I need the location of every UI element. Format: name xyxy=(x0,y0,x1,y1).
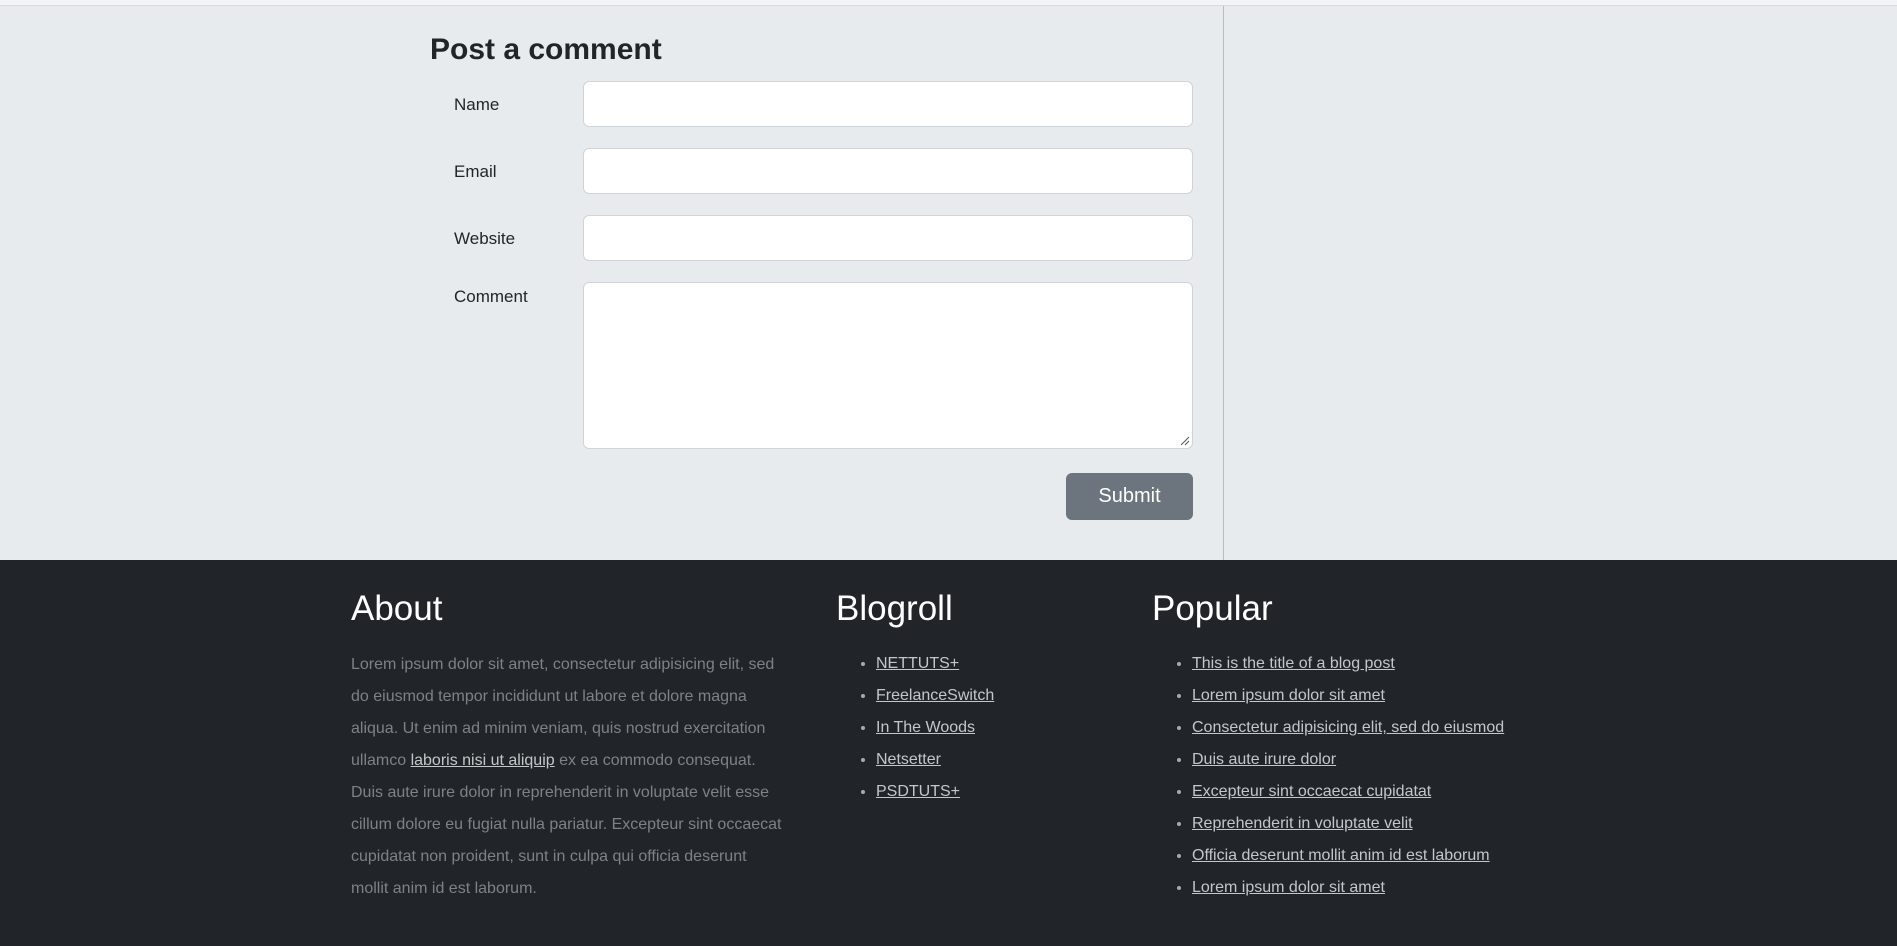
popular-link[interactable]: Lorem ipsum dolor sit amet xyxy=(1192,687,1385,704)
list-item: In The Woods xyxy=(876,712,994,744)
about-text: Lorem ipsum dolor sit amet, consectetur … xyxy=(351,649,783,905)
popular-list: This is the title of a blog post Lorem i… xyxy=(1152,648,1504,904)
list-item: Lorem ipsum dolor sit amet xyxy=(1192,872,1504,904)
footer: About Lorem ipsum dolor sit amet, consec… xyxy=(0,560,1897,946)
email-label: Email xyxy=(454,162,497,181)
name-field[interactable] xyxy=(583,81,1193,127)
submit-button[interactable]: Submit xyxy=(1066,473,1193,520)
email-field[interactable] xyxy=(583,148,1193,194)
list-item: PSDTUTS+ xyxy=(876,776,994,808)
list-item: NETTUTS+ xyxy=(876,648,994,680)
blogroll-link-psdtuts[interactable]: PSDTUTS+ xyxy=(876,783,960,800)
list-item: Consectetur adipisicing elit, sed do eiu… xyxy=(1192,712,1504,744)
popular-heading: Popular xyxy=(1152,589,1273,628)
list-item: Reprehenderit in voluptate velit xyxy=(1192,808,1504,840)
list-item: Officia deserunt mollit anim id est labo… xyxy=(1192,840,1504,872)
popular-link[interactable]: Lorem ipsum dolor sit amet xyxy=(1192,879,1385,896)
list-item: FreelanceSwitch xyxy=(876,680,994,712)
popular-link[interactable]: Duis aute irure dolor xyxy=(1192,751,1336,768)
blogroll-link-nettuts[interactable]: NETTUTS+ xyxy=(876,655,959,672)
blogroll-link-netsetter[interactable]: Netsetter xyxy=(876,751,941,768)
list-item: This is the title of a blog post xyxy=(1192,648,1504,680)
resize-grip-icon[interactable] xyxy=(1180,436,1190,446)
name-label: Name xyxy=(454,95,500,114)
popular-link[interactable]: Reprehenderit in voluptate velit xyxy=(1192,815,1413,832)
popular-link[interactable]: Officia deserunt mollit anim id est labo… xyxy=(1192,847,1490,864)
popular-link[interactable]: Excepteur sint occaecat cupidatat xyxy=(1192,783,1431,800)
website-label: Website xyxy=(454,229,516,248)
main-content: Post a comment Name Email Website Commen… xyxy=(0,6,1897,560)
list-item: Duis aute irure dolor xyxy=(1192,744,1504,776)
column-divider xyxy=(1223,6,1224,560)
website-field[interactable] xyxy=(583,215,1193,261)
popular-link[interactable]: This is the title of a blog post xyxy=(1192,655,1395,672)
about-text-end: ex ea commodo consequat. Duis aute irure… xyxy=(351,752,782,897)
comment-form-title: Post a comment xyxy=(430,33,662,66)
list-item: Lorem ipsum dolor sit amet xyxy=(1192,680,1504,712)
comment-label: Comment xyxy=(454,287,528,306)
about-inline-link[interactable]: laboris nisi ut aliquip xyxy=(411,752,555,769)
comment-textarea[interactable] xyxy=(583,282,1193,449)
blogroll-link-in-the-woods[interactable]: In The Woods xyxy=(876,719,975,736)
about-heading: About xyxy=(351,589,443,628)
blogroll-link-freelanceswitch[interactable]: FreelanceSwitch xyxy=(876,687,994,704)
blogroll-heading: Blogroll xyxy=(836,589,953,628)
list-item: Netsetter xyxy=(876,744,994,776)
list-item: Excepteur sint occaecat cupidatat xyxy=(1192,776,1504,808)
blogroll-list: NETTUTS+ FreelanceSwitch In The Woods Ne… xyxy=(836,648,994,808)
popular-link[interactable]: Consectetur adipisicing elit, sed do eiu… xyxy=(1192,719,1504,736)
